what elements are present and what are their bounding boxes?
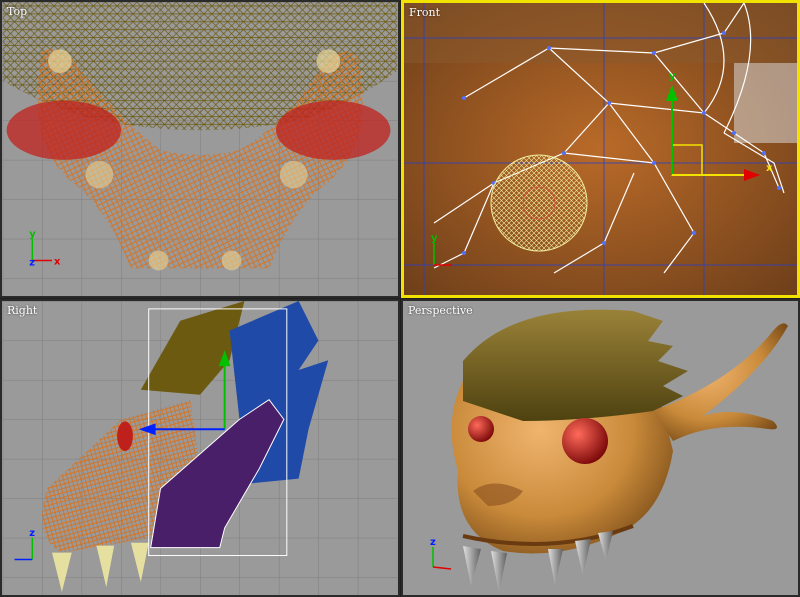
viewport-front[interactable]: Front y x y (401, 0, 800, 298)
right-fang-top (221, 250, 242, 271)
left-horn-base (48, 49, 72, 74)
ear-tendril-render[interactable] (653, 323, 788, 441)
viewport-top[interactable]: Top y z x (0, 0, 400, 298)
svg-text:y: y (669, 71, 676, 82)
svg-text:x: x (54, 256, 61, 267)
helmet-render[interactable] (463, 309, 688, 421)
viewport-label-perspective[interactable]: Perspective (408, 304, 473, 317)
viewport-right[interactable]: Right z (0, 299, 400, 597)
perspective-view-canvas[interactable]: z (403, 301, 798, 595)
axis-tripod-perspective: z (430, 537, 452, 570)
viewport-label-front[interactable]: Front (409, 6, 440, 19)
viewport-label-right[interactable]: Right (7, 304, 37, 317)
right-eye-ellipse[interactable] (275, 100, 391, 160)
left-fang-top (148, 250, 169, 271)
svg-text:z: z (29, 257, 35, 268)
svg-text:x: x (766, 163, 773, 174)
svg-text:y: y (431, 233, 438, 244)
viewport-perspective[interactable]: Perspective z (401, 299, 800, 597)
right-view-canvas[interactable]: z (2, 301, 398, 595)
front-view-canvas[interactable]: y x y (404, 3, 797, 295)
svg-text:y: y (29, 229, 36, 240)
eye-side[interactable] (117, 421, 133, 451)
left-cheek (85, 160, 114, 189)
left-eye-ellipse[interactable] (6, 100, 122, 160)
eyeball-sphere[interactable] (490, 154, 588, 252)
svg-text:z: z (430, 537, 436, 548)
right-eye-render[interactable] (562, 418, 608, 464)
right-cheek (279, 160, 308, 189)
left-eye-render[interactable] (468, 416, 494, 442)
top-view-canvas[interactable]: y z x (2, 2, 398, 296)
svg-text:z: z (29, 528, 35, 539)
viewport-label-top[interactable]: Top (7, 5, 27, 18)
viewport-layout: Top y z x Front y x y Right z Perspectiv… (0, 0, 800, 597)
right-horn-base (316, 49, 341, 74)
